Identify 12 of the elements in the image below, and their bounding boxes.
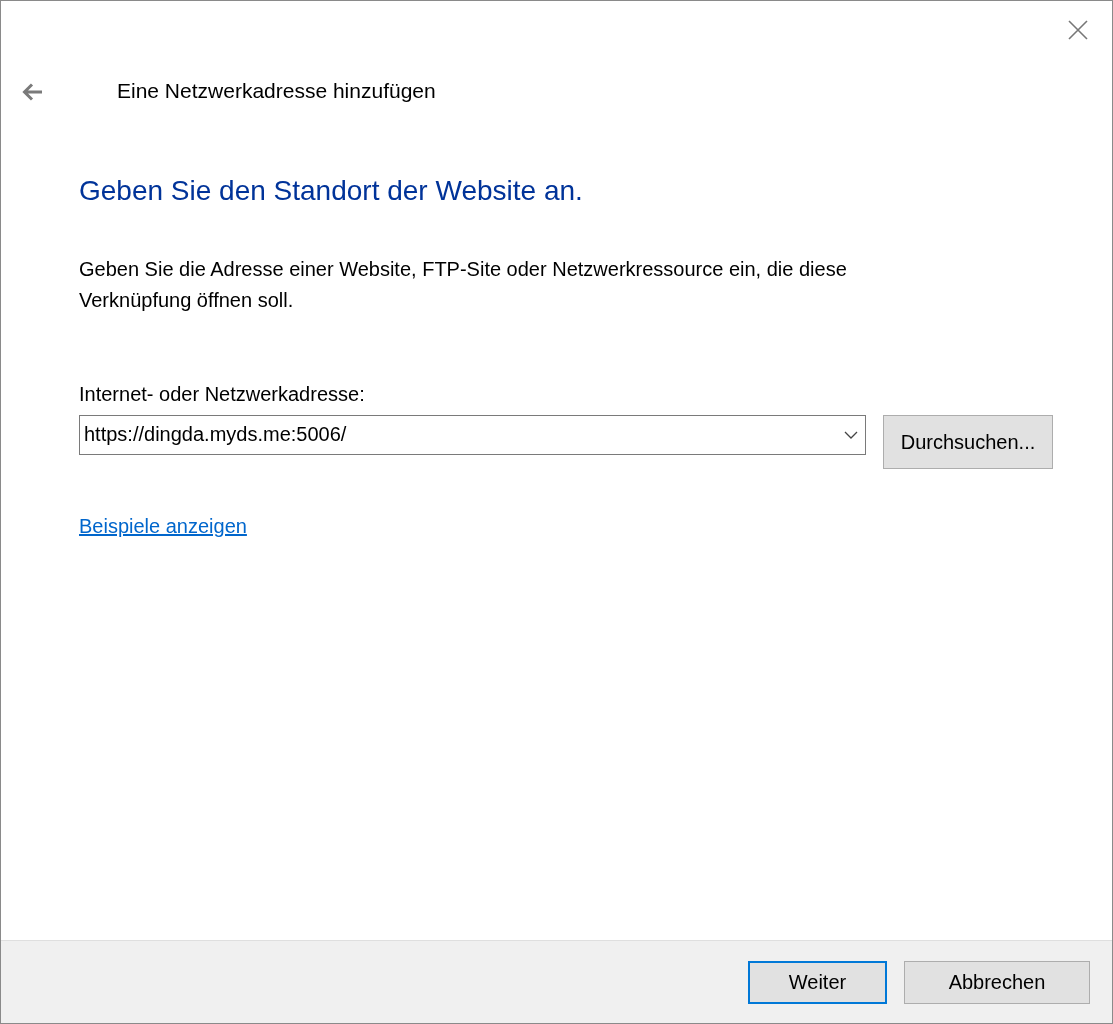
- window-title: Eine Netzwerkadresse hinzufügen: [117, 78, 436, 104]
- examples-link[interactable]: Beispiele anzeigen: [79, 510, 247, 541]
- browse-button[interactable]: Durchsuchen...: [883, 414, 1053, 469]
- field-label: Internet- oder Netzwerkadresse:: [79, 381, 366, 407]
- description-text: Geben Sie die Adresse einer Website, FTP-Site oder Netzwerkressource ein, die diese Verknüpfung öffnen soll.: [79, 256, 848, 313]
- close-icon: [1066, 17, 1090, 42]
- page-heading: Geben Sie den Standort der Website an.: [79, 174, 584, 208]
- dialog-button[interactable]: Weiter: [748, 960, 887, 1004]
- dialog-button[interactable]: Abbrechen: [904, 960, 1090, 1004]
- dropdown-caret-icon[interactable]: [844, 430, 858, 439]
- address-combo-field[interactable]: https://dingda.myds.me:5006/: [79, 414, 866, 455]
- close-button[interactable]: [1066, 17, 1090, 41]
